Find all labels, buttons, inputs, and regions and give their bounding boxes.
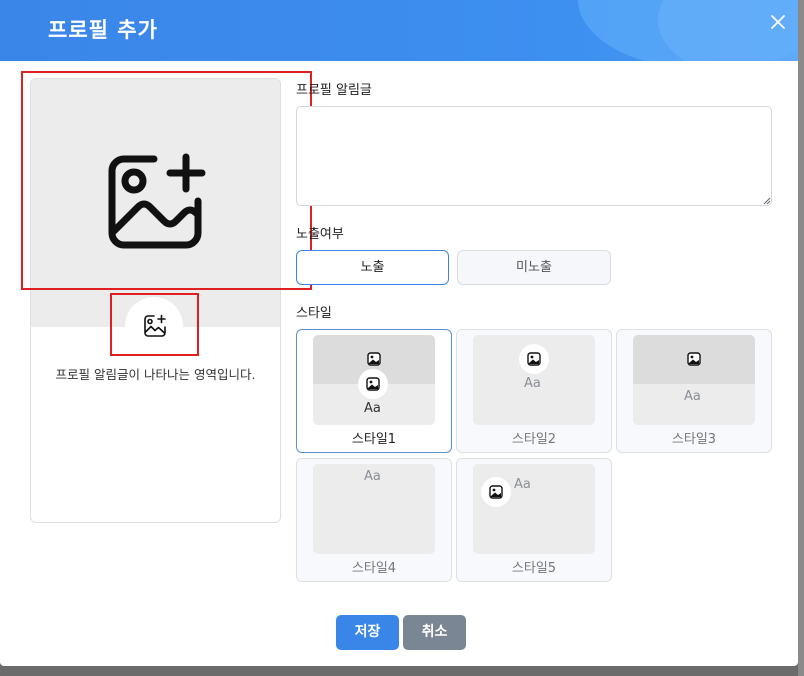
visibility-hide-button[interactable]: 미노출 <box>457 250 611 285</box>
style-option-3[interactable]: Aa 스타일3 <box>616 329 772 453</box>
style-label: 스타일 <box>296 306 332 321</box>
style-name: 스타일4 <box>351 561 397 576</box>
style-option-1[interactable]: Aa 스타일1 <box>296 329 452 453</box>
image-add-icon <box>108 153 206 249</box>
save-button[interactable]: 저장 <box>336 615 399 650</box>
profile-add-dialog: 프로필 추가 프로필 알림글이 나타나는 영역입니다. 프로필 알림글 노출여부… <box>0 0 798 666</box>
dialog-title: 프로필 추가 <box>48 18 158 42</box>
close-icon[interactable] <box>766 10 790 34</box>
style-name: 스타일5 <box>511 561 557 576</box>
style-aa-text: Aa <box>514 477 531 492</box>
visibility-label: 노출여부 <box>296 227 344 242</box>
backdrop <box>798 0 804 676</box>
resize-grip-icon[interactable] <box>762 196 771 205</box>
preview-image-area[interactable] <box>31 79 280 327</box>
cancel-button[interactable]: 취소 <box>403 615 466 650</box>
style-thumbnail: Aa <box>633 335 755 425</box>
image-icon <box>527 352 541 366</box>
image-icon <box>367 352 381 366</box>
dialog-header: 프로필 추가 <box>0 0 798 61</box>
style-aa-text: Aa <box>524 376 541 391</box>
notice-textarea[interactable] <box>296 106 772 206</box>
style-aa-text: Aa <box>684 389 701 404</box>
style-thumbnail: Aa <box>473 464 595 554</box>
style-name: 스타일2 <box>511 432 557 447</box>
image-add-icon <box>144 314 166 337</box>
image-icon <box>687 352 701 366</box>
style-thumbnail: Aa <box>313 335 435 425</box>
style-name: 스타일1 <box>351 432 397 447</box>
thumb-avatar <box>358 369 388 399</box>
style-aa-text: Aa <box>364 469 381 484</box>
upload-image-button[interactable] <box>125 297 183 355</box>
thumb-avatar <box>481 477 511 507</box>
style-option-4[interactable]: Aa 스타일4 <box>296 458 452 582</box>
style-aa-text: Aa <box>364 401 381 416</box>
style-option-5[interactable]: Aa 스타일5 <box>456 458 612 582</box>
style-name: 스타일3 <box>671 432 717 447</box>
notice-label: 프로필 알림글 <box>296 83 372 98</box>
style-thumbnail: Aa <box>473 335 595 425</box>
thumb-avatar <box>519 344 549 374</box>
image-icon <box>489 485 503 499</box>
preview-description: 프로필 알림글이 나타나는 영역입니다. <box>55 367 256 382</box>
style-option-2[interactable]: Aa 스타일2 <box>456 329 612 453</box>
visibility-show-button[interactable]: 노출 <box>296 250 449 285</box>
style-thumbnail: Aa <box>313 464 435 554</box>
image-icon <box>366 377 380 391</box>
